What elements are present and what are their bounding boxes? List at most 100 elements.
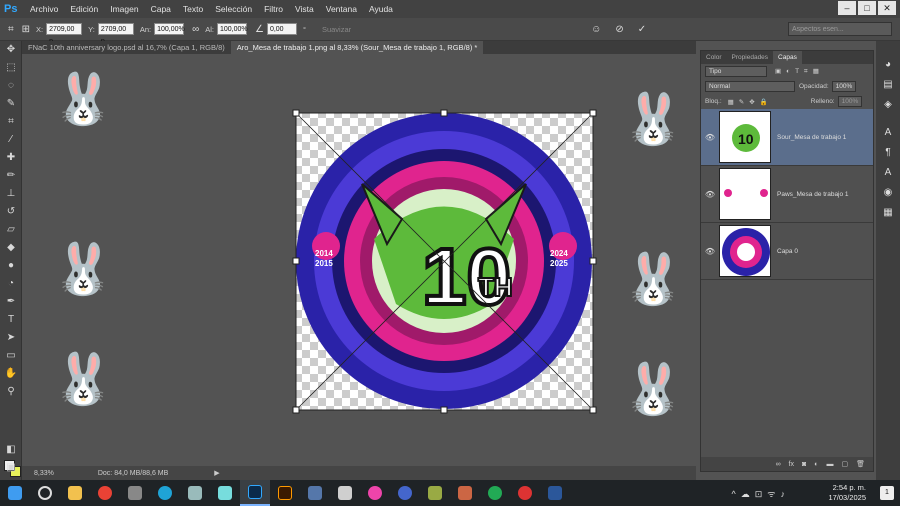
menu-filtro[interactable]: Filtro [258, 0, 289, 18]
word-icon[interactable] [540, 480, 570, 506]
system-tray-icons[interactable]: ^☁⊡ᯤ♪ [732, 487, 790, 500]
transform-handle[interactable] [589, 406, 597, 414]
link-icon[interactable]: ∞ [192, 24, 199, 35]
layer-filter-select[interactable]: Tipo [705, 66, 767, 77]
menu-seleccion[interactable]: Selección [209, 0, 258, 18]
illustrator-icon[interactable] [270, 480, 300, 506]
link-layers-icon[interactable]: ∞ [776, 461, 781, 468]
layer-row[interactable]: 👁 10 Sour_Mesa de trabajo 1 [701, 109, 873, 166]
tab-fnac-logo[interactable]: FNaC 10th anniversary logo.psd al 16,7% … [22, 41, 231, 54]
new-layer-icon[interactable]: ▢ [841, 460, 848, 468]
shape-tool-icon[interactable]: ▭ [0, 347, 22, 365]
app-icon[interactable] [420, 480, 450, 506]
menu-archivo[interactable]: Archivo [24, 0, 64, 18]
layer-name[interactable]: Sour_Mesa de trabajo 1 [777, 134, 846, 141]
app-icon[interactable] [300, 480, 330, 506]
edge-icon[interactable] [150, 480, 180, 506]
chrome-icon[interactable] [90, 480, 120, 506]
move-tool-icon[interactable]: ✥ [0, 41, 22, 59]
x-input[interactable]: 2709,00 p [46, 23, 83, 45]
reference-point-icon[interactable]: ⊞ [22, 24, 30, 35]
dodge-tool-icon[interactable]: ◔ [0, 275, 22, 293]
notification-icon[interactable]: 1 [880, 486, 894, 500]
group-icon[interactable]: ▬ [826, 461, 833, 468]
tab-properties[interactable]: Propiedades [727, 51, 774, 64]
search-icon[interactable] [30, 480, 60, 506]
calculator-icon[interactable] [120, 480, 150, 506]
height-input[interactable]: 100,00% [216, 23, 248, 35]
cancel-icon[interactable]: ⊘ [615, 24, 623, 35]
brush-panel-icon[interactable]: ◉ [876, 183, 900, 203]
layer-row[interactable]: 👁 Paws_Mesa de trabajo 1 [701, 166, 873, 223]
hand-tool-icon[interactable]: ✋ [0, 365, 22, 383]
layer-name[interactable]: Capa 0 [777, 248, 798, 255]
menu-capa[interactable]: Capa [145, 0, 177, 18]
status-arrow-icon[interactable]: ▶ [214, 469, 219, 477]
paragraph-icon[interactable]: ¶ [876, 143, 900, 163]
menu-texto[interactable]: Texto [177, 0, 209, 18]
smooth-checkbox[interactable]: Suavizar [322, 25, 351, 34]
menu-imagen[interactable]: Imagen [104, 0, 144, 18]
blend-mode-select[interactable]: Normal [705, 81, 795, 92]
transform-handle[interactable] [440, 109, 448, 117]
eye-icon[interactable]: 👁 [701, 190, 719, 199]
filter-icons[interactable]: ▣◐T⌗▦ [775, 67, 824, 76]
windows-start-icon[interactable] [0, 480, 30, 506]
eraser-tool-icon[interactable]: ▱ [0, 221, 22, 239]
layer-name[interactable]: Paws_Mesa de trabajo 1 [777, 191, 849, 198]
tab-layers[interactable]: Capas [773, 51, 802, 64]
brush-tool-icon[interactable]: ✏ [0, 167, 22, 185]
menu-ayuda[interactable]: Ayuda [363, 0, 399, 18]
clock[interactable]: 2:54 p. m. 17/03/2025 [828, 483, 866, 503]
app-icon[interactable] [450, 480, 480, 506]
quick-mask-icon[interactable]: ◧ [0, 441, 22, 459]
app-icon[interactable] [360, 480, 390, 506]
eye-icon[interactable]: 👁 [701, 247, 719, 256]
fill-input[interactable]: 100% [837, 96, 863, 107]
transform-handle[interactable] [589, 257, 597, 265]
y-input[interactable]: 2709,00 p [97, 23, 134, 45]
type-tool-icon[interactable]: T [0, 311, 22, 329]
transform-tool-icon[interactable]: ⌗ [8, 24, 14, 35]
tab-aro-mesa[interactable]: Aro_Mesa de trabajo 1.png al 8,33% (Sour… [230, 41, 484, 54]
minimize-button[interactable]: – [838, 1, 856, 15]
screen-mode-icon[interactable]: ▣ [0, 459, 22, 477]
pen-tool-icon[interactable]: ✒ [0, 293, 22, 311]
document-canvas[interactable]: 🐰 🐰 🐰 🐰 🐰 🐰 10 TH 2014 2015 2024 2025 [22, 54, 696, 466]
app-icon[interactable] [480, 480, 510, 506]
app-icon[interactable] [210, 480, 240, 506]
warp-icon[interactable]: ☺ [591, 24, 601, 35]
paint-bucket-icon[interactable]: ◆ [0, 239, 22, 257]
stamp-tool-icon[interactable]: ⊥ [0, 185, 22, 203]
menu-vista[interactable]: Vista [289, 0, 320, 18]
app-icon[interactable] [330, 480, 360, 506]
marquee-tool-icon[interactable]: ⬚ [0, 59, 22, 77]
lock-icons[interactable]: ▦✎✥🔒 [728, 98, 773, 106]
zoom-level[interactable]: 8,33% [34, 470, 54, 477]
info-icon[interactable]: ▦ [876, 203, 900, 223]
transform-handle[interactable] [292, 109, 300, 117]
type-icon[interactable]: A [876, 163, 900, 183]
eye-icon[interactable]: 👁 [701, 133, 719, 142]
eyedropper-tool-icon[interactable]: ⁄ [0, 131, 22, 149]
transform-handle[interactable] [292, 257, 300, 265]
blur-tool-icon[interactable]: ● [0, 257, 22, 275]
file-explorer-icon[interactable] [60, 480, 90, 506]
layer-row[interactable]: 👁 Capa 0 [701, 223, 873, 280]
maximize-button[interactable]: □ [858, 1, 876, 15]
fx-icon[interactable]: fx [789, 461, 794, 468]
adjustment-icon[interactable]: ◐ [814, 461, 818, 468]
width-input[interactable]: 100,00% [154, 23, 185, 35]
mask-icon[interactable]: ◙ [802, 461, 806, 468]
menu-ventana[interactable]: Ventana [320, 0, 363, 18]
crop-tool-icon[interactable]: ⌗ [0, 113, 22, 131]
transform-handle[interactable] [440, 406, 448, 414]
app-icon[interactable] [180, 480, 210, 506]
app-icon[interactable] [390, 480, 420, 506]
quick-select-tool-icon[interactable]: ✎ [0, 95, 22, 113]
color-panel-icon[interactable]: ◕ [876, 55, 900, 75]
app-icon[interactable] [510, 480, 540, 506]
tab-color[interactable]: Color [701, 51, 727, 64]
angle-input[interactable]: 0,00 [266, 23, 297, 35]
character-icon[interactable]: A [876, 123, 900, 143]
